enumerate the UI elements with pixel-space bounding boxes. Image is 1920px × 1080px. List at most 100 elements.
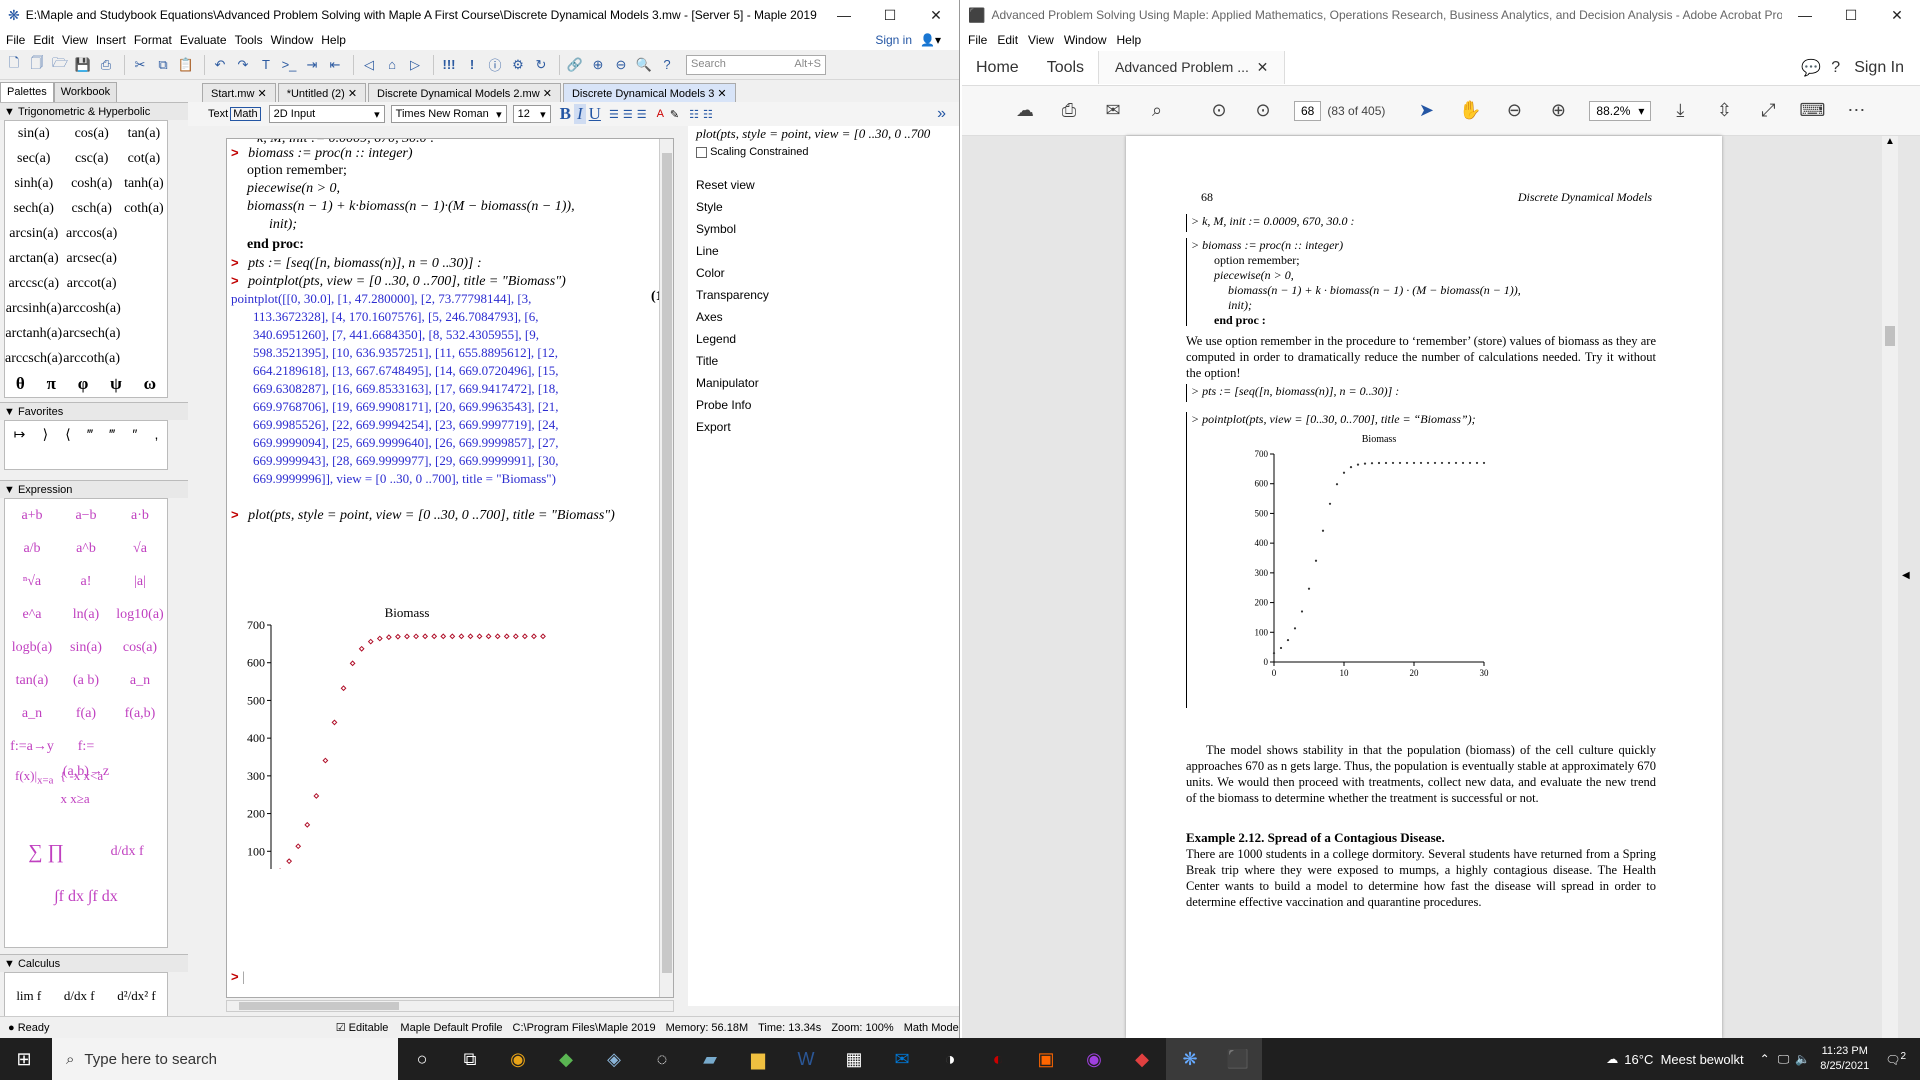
menu-tools[interactable]: Tools: [233, 33, 269, 47]
stop-icon[interactable]: ⓘ: [485, 55, 505, 75]
trig-item[interactable]: [121, 271, 167, 296]
help-icon[interactable]: ?: [657, 55, 677, 75]
tray-chevron-icon[interactable]: ⌃: [1760, 1052, 1770, 1066]
italic-button[interactable]: I: [574, 104, 586, 124]
trig-item[interactable]: arctan(a): [5, 246, 63, 271]
undo-icon[interactable]: ↶: [210, 55, 230, 75]
copy-icon[interactable]: ⧉: [153, 55, 173, 75]
worksheet[interactable]: k, M, init := 0.0009, 670, 30.0 : > biom…: [226, 138, 674, 998]
mail-icon[interactable]: ✉: [878, 1038, 926, 1080]
text-icon[interactable]: T: [256, 55, 276, 75]
scroll-mode-icon[interactable]: ⇳: [1711, 98, 1737, 124]
palette-header-expression[interactable]: ▼ Expression: [0, 480, 188, 498]
expression-item[interactable]: a+b: [5, 503, 59, 528]
zoom-icon[interactable]: 🔍: [634, 55, 654, 75]
trig-item[interactable]: sin(a): [5, 121, 63, 146]
help-circle-icon[interactable]: ?: [1831, 59, 1840, 77]
acrobat-minimize-button[interactable]: —: [1782, 0, 1828, 30]
chat-icon[interactable]: 💬: [1801, 58, 1821, 78]
context-item[interactable]: Transparency: [688, 284, 769, 306]
worksheet-vscrollbar[interactable]: [659, 139, 673, 997]
home-icon[interactable]: ⌂: [382, 55, 402, 75]
pdf-scroll-up-icon[interactable]: ▲: [1882, 136, 1898, 147]
bullet-list-icon[interactable]: ☷: [689, 108, 699, 121]
trig-item[interactable]: sinh(a): [5, 171, 63, 196]
execute-icon[interactable]: !: [462, 55, 482, 75]
new-document-icon[interactable]: 🗋: [4, 55, 24, 75]
expression-item[interactable]: f:=(a,b)→z: [59, 734, 113, 779]
open-icon[interactable]: 🗁: [50, 55, 70, 75]
empty-prompt[interactable]: > |: [231, 969, 245, 986]
notification-icon[interactable]: 🗨2: [1885, 1051, 1906, 1067]
greek-letter[interactable]: ω: [144, 374, 156, 394]
steam-icon[interactable]: ◈: [590, 1038, 638, 1080]
menu-window[interactable]: Window: [269, 33, 320, 47]
favorite-item[interactable]: ⟨: [65, 426, 70, 443]
print-icon[interactable]: ⎙: [96, 55, 116, 75]
menu-edit[interactable]: Edit: [31, 33, 60, 47]
weather-text[interactable]: 16°C Meest bewolkt: [1624, 1052, 1743, 1067]
greek-letter[interactable]: θ: [16, 374, 25, 394]
expression-item[interactable]: f(a,b): [113, 701, 167, 726]
favorite-item[interactable]: ‴: [88, 426, 93, 442]
app-icon-7[interactable]: ◉: [1070, 1038, 1118, 1080]
cortana-icon[interactable]: ○: [398, 1038, 446, 1080]
word-icon[interactable]: W: [782, 1038, 830, 1080]
trig-item[interactable]: cot(a): [121, 146, 167, 171]
align-right-icon[interactable]: ☰: [637, 108, 647, 121]
save-icon[interactable]: 💾: [73, 55, 93, 75]
greek-letter[interactable]: π: [47, 374, 56, 394]
back-icon[interactable]: ◁: [359, 55, 379, 75]
app-icon-8[interactable]: ◆: [1118, 1038, 1166, 1080]
menu-insert[interactable]: Insert: [94, 33, 132, 47]
sum-product-templates[interactable]: ∑ ∏ d/dx f: [5, 827, 167, 877]
trig-item[interactable]: sec(a): [5, 146, 63, 171]
doc-tab-models2[interactable]: Discrete Dynamical Models 2.mw ✕: [368, 83, 561, 102]
close-button[interactable]: ✕: [913, 0, 959, 30]
app-icon-5[interactable]: ◐: [974, 1038, 1022, 1080]
menu-view[interactable]: View: [60, 33, 94, 47]
piecewise-template[interactable]: f(x)|x=a { -x x<a x x≥a: [5, 767, 167, 827]
trig-item[interactable]: csch(a): [63, 196, 121, 221]
expression-item[interactable]: a/b: [5, 536, 59, 561]
tab-workbook[interactable]: Workbook: [53, 82, 118, 102]
menu-file[interactable]: File: [4, 33, 31, 47]
trig-item[interactable]: csc(a): [63, 146, 121, 171]
math-icon[interactable]: >_: [279, 55, 299, 75]
user-icon[interactable]: 👤▾: [920, 33, 941, 47]
expression-item[interactable]: sin(a): [59, 635, 113, 660]
font-select[interactable]: Times New Roman ▾: [390, 105, 507, 123]
expression-item[interactable]: cos(a): [113, 635, 167, 660]
acro-doc-tab[interactable]: Advanced Problem ... ✕: [1098, 51, 1286, 84]
fit-page-icon[interactable]: ⤓: [1667, 98, 1693, 124]
context-item[interactable]: Symbol: [688, 218, 769, 240]
maple-taskbar-icon[interactable]: ❋: [1166, 1038, 1214, 1080]
favorite-item[interactable]: ″: [132, 426, 137, 442]
acrobat-maximize-button[interactable]: ☐: [1828, 0, 1874, 30]
favorite-item[interactable]: ‴: [110, 426, 115, 442]
align-center-icon[interactable]: ☰: [623, 108, 633, 121]
context-item[interactable]: Export: [688, 416, 769, 438]
trig-item[interactable]: arcsin(a): [5, 221, 63, 246]
doc-tab-start[interactable]: Start.mw ✕: [202, 83, 276, 102]
calculator-icon[interactable]: ▦: [830, 1038, 878, 1080]
maple-sign-in-link[interactable]: Sign in: [875, 33, 912, 47]
file-explorer-icon[interactable]: ▆: [734, 1038, 782, 1080]
trig-item[interactable]: arcsinh(a): [5, 296, 63, 321]
expression-item[interactable]: a·b: [113, 503, 167, 528]
text-color-icon[interactable]: A: [657, 108, 664, 120]
page-down-icon[interactable]: ⊙: [1250, 98, 1276, 124]
print-icon[interactable]: ⎙: [1056, 98, 1082, 124]
trig-item[interactable]: tanh(a): [121, 171, 167, 196]
trig-item[interactable]: [121, 246, 167, 271]
highlight-icon[interactable]: ✎: [670, 108, 679, 121]
app-icon-6[interactable]: ▣: [1022, 1038, 1070, 1080]
context-item[interactable]: Reset view: [688, 174, 769, 196]
network-icon[interactable]: 🖵: [1778, 1052, 1790, 1067]
palette-header-calculus[interactable]: ▼ Calculus: [0, 954, 188, 972]
maximize-button[interactable]: ☐: [867, 0, 913, 30]
link-icon[interactable]: 🔗: [565, 55, 585, 75]
tab-palettes[interactable]: Palettes: [0, 82, 54, 102]
doc-tab-untitled[interactable]: *Untitled (2) ✕: [277, 83, 367, 102]
clock[interactable]: 11:23 PM 8/25/2021: [1820, 1044, 1869, 1074]
